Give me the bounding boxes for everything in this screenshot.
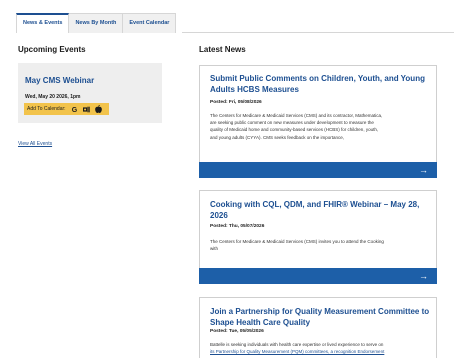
news-summary-line: and young adults (CYYA). CMS seeks feedb… — [210, 134, 344, 140]
news-summary-line: Battelle is seeking individuals with hea… — [210, 342, 384, 347]
news-posted-date: Posted: Tue, 05/05/2026 — [210, 329, 264, 334]
news-summary-line: with — [210, 246, 219, 252]
news-posted-date: Posted: Thu, 05/07/2026 — [210, 224, 265, 229]
upcoming-events-heading: Upcoming Events — [18, 45, 86, 54]
news-title-line: Adults HCBS Measures — [210, 85, 299, 94]
read-more-bar[interactable]: → — [199, 162, 437, 178]
tab-divider — [182, 32, 454, 33]
news-summary: The Centers for Medicare & Medicaid Serv… — [210, 238, 430, 252]
news-card: Submit Public Comments on Children, Yout… — [199, 65, 437, 178]
svg-text:G: G — [71, 106, 77, 112]
add-to-calendar-label: Add To Calendar: — [27, 106, 66, 112]
add-to-calendar-bar: Add To Calendar: G — [24, 103, 109, 115]
tab-news-events[interactable]: News & Events — [16, 13, 70, 33]
news-title-line: Join a Partnership for Quality Measureme… — [210, 307, 430, 316]
news-summary-line: The Centers for Medicare & Medicaid Serv… — [210, 113, 383, 118]
arrow-right-icon: → — [419, 164, 428, 175]
tab-event-calendar[interactable]: Event Calendar — [123, 13, 177, 33]
news-card: Join a Partnership for Quality Measureme… — [199, 297, 437, 358]
news-title-line: Shape Health Care Quality — [210, 318, 311, 327]
event-card: May CMS Webinar Wed, May 20 2026, 1pm Ad… — [18, 63, 162, 123]
apple-icon[interactable] — [94, 105, 102, 113]
news-summary: The Centers for Medicare & Medicaid Serv… — [210, 112, 430, 141]
latest-news-heading: Latest News — [199, 45, 246, 54]
news-title-line: Cooking with CQL, QDM, and FHIR® Webinar… — [210, 200, 420, 209]
view-all-events-link[interactable]: View All Events — [18, 141, 52, 147]
news-summary-line: The Centers for Medicare & Medicaid Serv… — [210, 239, 384, 244]
news-title[interactable]: Submit Public Comments on Children, Yout… — [210, 73, 430, 95]
outlook-icon[interactable] — [82, 105, 90, 113]
arrow-right-icon: → — [419, 270, 428, 281]
event-title[interactable]: May CMS Webinar — [25, 76, 94, 85]
news-card: Cooking with CQL, QDM, and FHIR® Webinar… — [199, 190, 437, 284]
news-summary-line: are seeking public comment on new measur… — [210, 120, 374, 126]
news-title-line: 2026 — [210, 211, 228, 220]
news-posted-date: Posted: Fri, 05/08/2026 — [210, 100, 262, 105]
tab-bar: News & Events News By Month Event Calend… — [16, 13, 177, 33]
news-title[interactable]: Cooking with CQL, QDM, and FHIR® Webinar… — [210, 199, 430, 221]
tab-news-by-month[interactable]: News By Month — [69, 13, 124, 33]
news-title-line: Submit Public Comments on Children, Yout… — [210, 74, 425, 83]
news-summary-line: quality of Medicaid home and community-b… — [210, 127, 379, 133]
news-title[interactable]: Join a Partnership for Quality Measureme… — [210, 306, 430, 328]
read-more-bar[interactable]: → — [199, 268, 437, 284]
news-summary: Battelle is seeking individuals with hea… — [210, 341, 430, 355]
news-summary-line[interactable]: its Partnership for Quality Measurement … — [210, 348, 430, 355]
google-icon[interactable]: G — [71, 105, 78, 113]
event-date: Wed, May 20 2026, 1pm — [25, 94, 81, 100]
